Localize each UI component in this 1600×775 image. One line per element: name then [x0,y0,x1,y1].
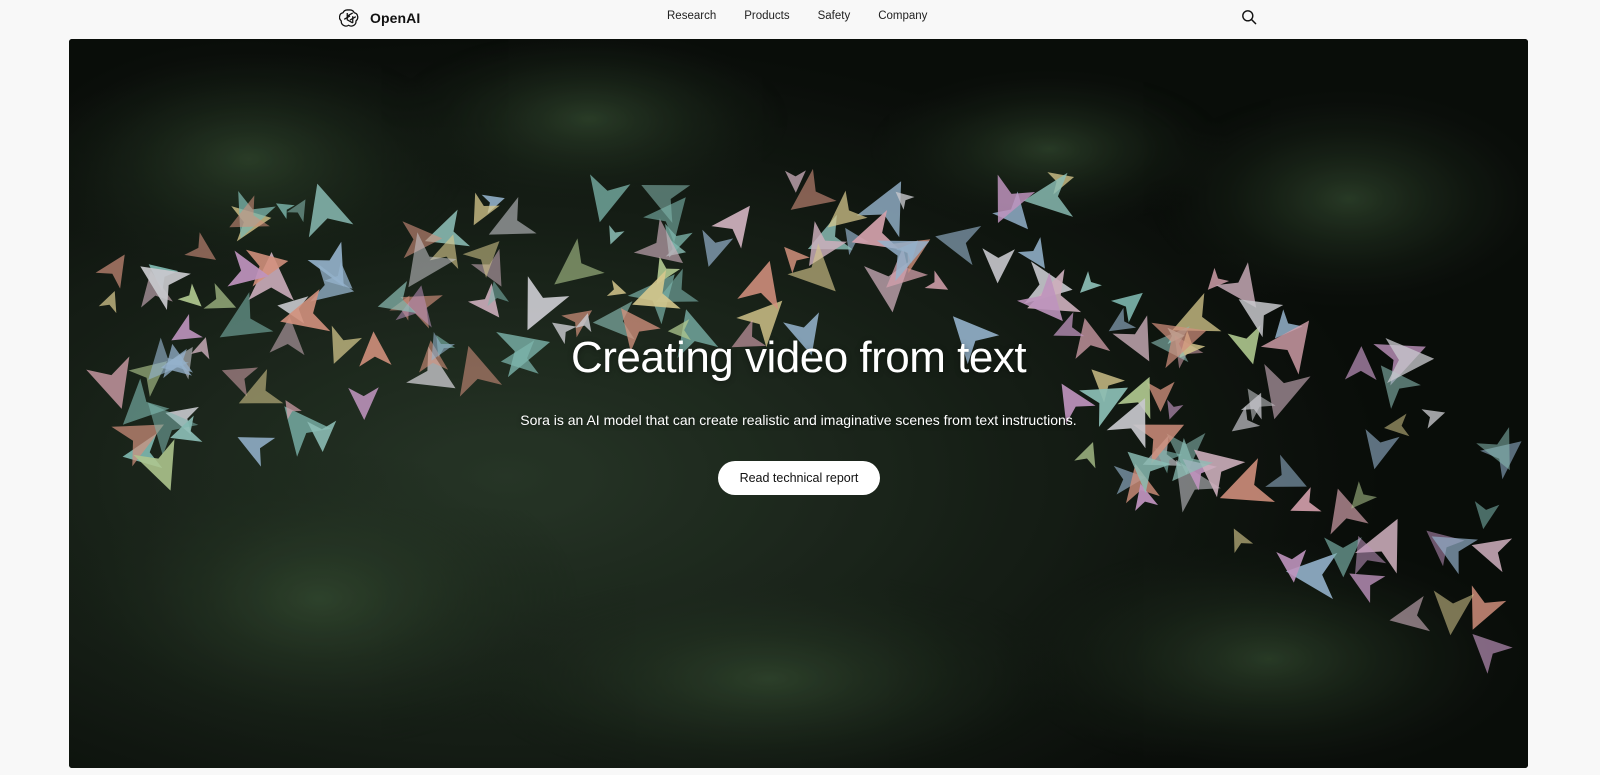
main-menu: Research Products Safety Company [667,10,927,22]
search-icon[interactable] [1241,9,1259,27]
openai-logo-icon [339,7,361,29]
read-technical-report-button[interactable]: Read technical report [718,461,880,495]
hero-subtitle: Sora is an AI model that can create real… [520,412,1077,428]
hero-section: Creating video from text Sora is an AI m… [69,39,1528,768]
hero-content: Creating video from text Sora is an AI m… [69,39,1528,768]
nav-item-research[interactable]: Research [667,10,716,22]
brand-home-link[interactable]: OpenAI [339,6,420,30]
brand-name: OpenAI [370,10,421,26]
nav-item-products[interactable]: Products [744,10,789,22]
nav-item-company[interactable]: Company [878,10,927,22]
top-navigation: OpenAI Research Products Safety Company [0,0,1600,36]
hero-title: Creating video from text [570,333,1027,382]
nav-item-safety[interactable]: Safety [818,10,851,22]
